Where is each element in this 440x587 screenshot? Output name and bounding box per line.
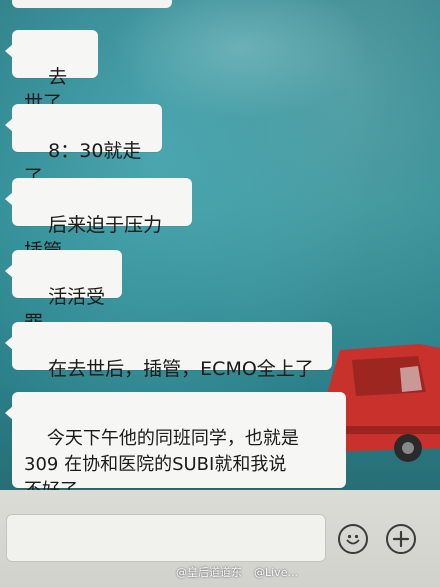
message-input[interactable] [6, 514, 326, 562]
watermark: @皇后道道东 @Live... [176, 566, 298, 580]
watermark-text: @皇后道道东 [176, 566, 242, 579]
more-actions-button[interactable] [386, 524, 416, 554]
message-bubble[interactable]: 去世了 [5, 30, 98, 114]
message-bubble[interactable]: 在去世后，插管，ECMO全上了 [5, 322, 332, 380]
plus-icon [392, 530, 410, 548]
screen-glare [110, 0, 370, 120]
chat-screen: 去世了 8：30就走了 后来迫于压力插管 活活受罪 在去世后，插管，ECMO全上… [0, 0, 440, 587]
message-bubble[interactable]: 今天下午他的同班同学，也就是 309 在协和医院的SUBI就和我说 不好了。。。 [5, 392, 346, 501]
smiley-face-icon [346, 534, 360, 545]
message-bubble[interactable]: 活活受罪 [5, 250, 122, 334]
watermark-text: @Live... [254, 566, 298, 579]
message-text: 在去世后，插管，ECMO全上了 [48, 358, 314, 380]
message-bubble[interactable]: 后来迫于压力插管 [5, 178, 192, 262]
emoji-button[interactable] [338, 524, 368, 554]
previous-message-bubble [12, 0, 172, 8]
message-bubble[interactable]: 8：30就走了 [5, 104, 162, 188]
